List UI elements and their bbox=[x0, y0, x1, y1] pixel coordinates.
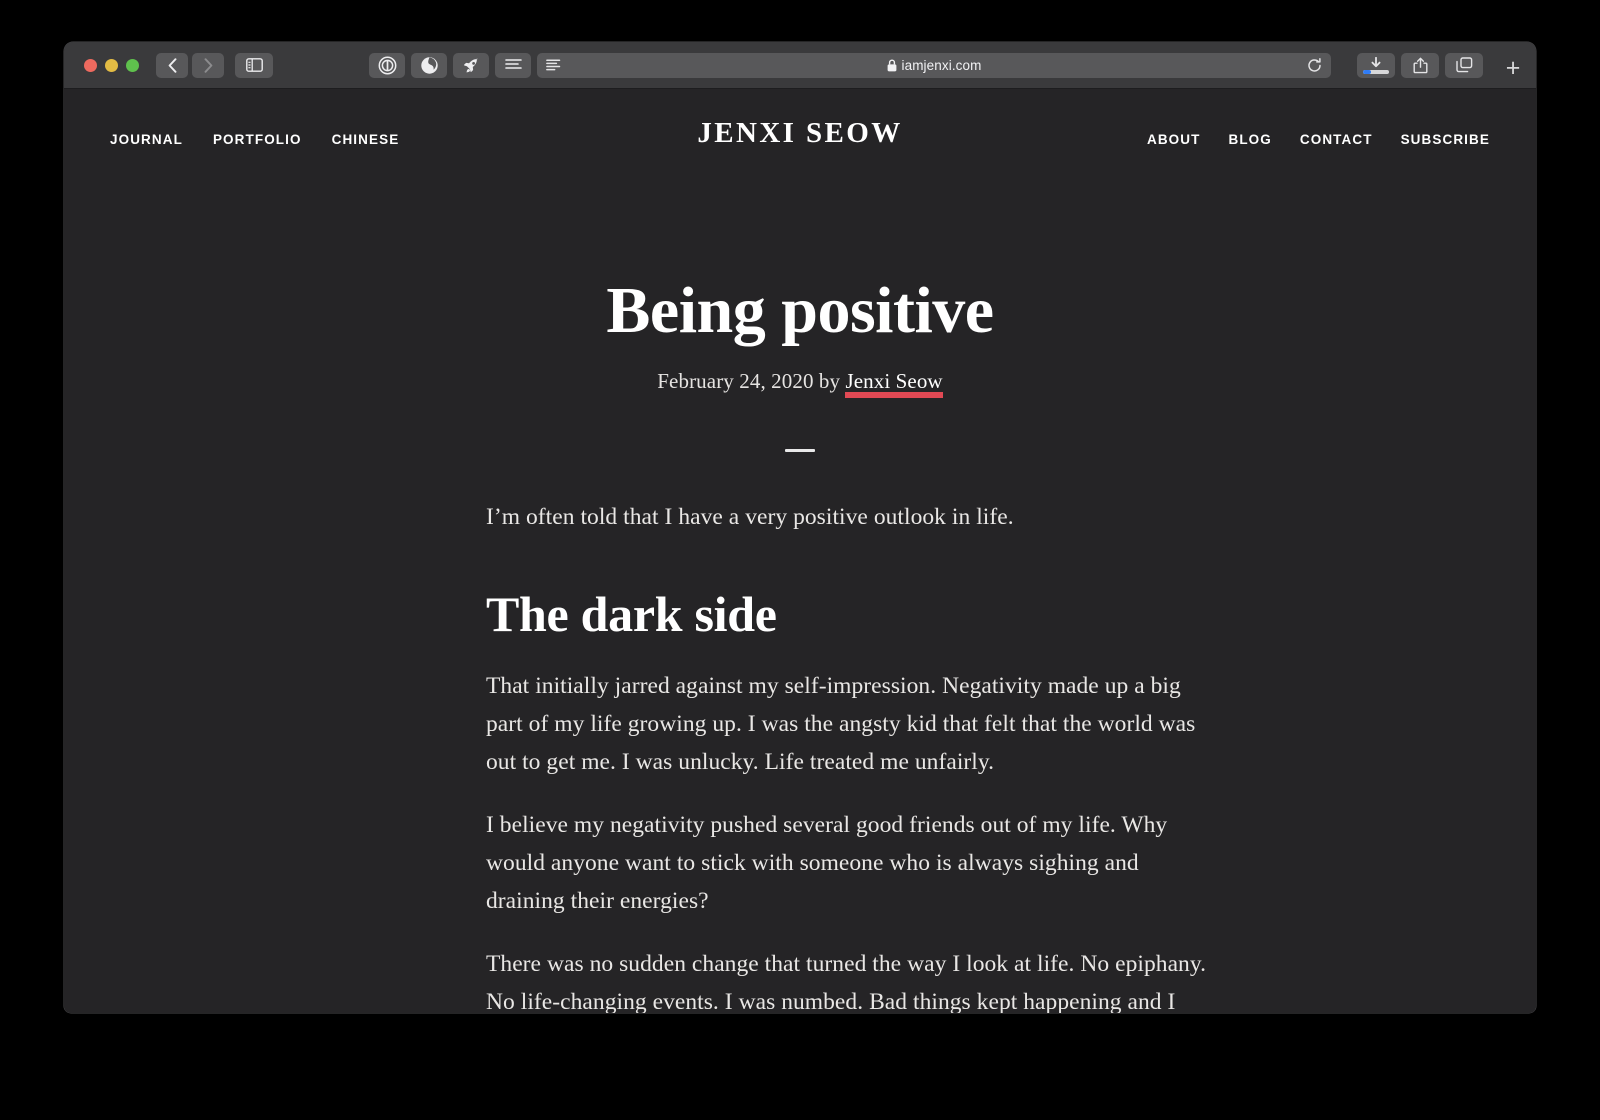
minimize-window-button[interactable] bbox=[105, 58, 118, 72]
article-paragraph-1: That initially jarred against my self-im… bbox=[486, 672, 1196, 775]
article-body: I’m often told that I have a very positi… bbox=[110, 498, 1206, 1013]
reader-view-icon[interactable] bbox=[546, 59, 561, 71]
url-text: iamjenxi.com bbox=[901, 57, 982, 73]
toolbar-right-buttons: + bbox=[1357, 52, 1524, 81]
byline-date-prefix: February 24, 2020 by bbox=[657, 368, 846, 393]
close-window-button[interactable] bbox=[84, 58, 97, 72]
nav-item-about[interactable]: ABOUT bbox=[1147, 132, 1201, 147]
browser-toolbar: iamjenxi.com + bbox=[64, 42, 1536, 89]
byline-author-link[interactable]: Jenxi Seow bbox=[845, 369, 943, 398]
address-bar-content: iamjenxi.com bbox=[537, 58, 1331, 73]
address-bar[interactable]: iamjenxi.com bbox=[537, 52, 1331, 78]
maximize-window-button[interactable] bbox=[126, 58, 139, 72]
browser-window: iamjenxi.com + JOURNAL PORTFOLIO CHINESE… bbox=[64, 42, 1536, 1013]
forward-button[interactable] bbox=[192, 52, 224, 78]
nav-item-chinese[interactable]: CHINESE bbox=[332, 132, 400, 147]
article-byline: February 24, 2020 by Jenxi Seow bbox=[110, 368, 1490, 398]
share-icon[interactable] bbox=[1401, 52, 1439, 78]
reader-extension-icon[interactable] bbox=[495, 52, 531, 78]
back-button[interactable] bbox=[156, 52, 188, 78]
web-page-content: JOURNAL PORTFOLIO CHINESE JENXI SEOW ABO… bbox=[64, 89, 1536, 1013]
article-lede: I’m often told that I have a very positi… bbox=[486, 503, 1014, 530]
reload-icon[interactable] bbox=[1307, 57, 1322, 73]
article-paragraph-3: There was no sudden change that turned t… bbox=[486, 951, 1207, 1013]
page-title: Being positive bbox=[606, 274, 994, 347]
section-heading-dark-side: The dark side bbox=[486, 585, 777, 642]
site-header: JOURNAL PORTFOLIO CHINESE JENXI SEOW ABO… bbox=[64, 89, 1536, 189]
tab-overview-icon[interactable] bbox=[1445, 52, 1483, 78]
nav-item-portfolio[interactable]: PORTFOLIO bbox=[213, 132, 302, 147]
ghostery-extension-icon[interactable] bbox=[411, 52, 447, 78]
downloads-icon[interactable] bbox=[1357, 52, 1395, 78]
article-paragraph-2: I believe my negativity pushed several g… bbox=[486, 811, 1168, 914]
lock-icon bbox=[887, 59, 897, 72]
nav-item-subscribe[interactable]: SUBSCRIBE bbox=[1401, 132, 1490, 147]
extension-buttons bbox=[369, 52, 531, 78]
onepassword-extension-icon[interactable] bbox=[369, 52, 405, 78]
primary-nav-left: JOURNAL PORTFOLIO CHINESE bbox=[110, 132, 399, 147]
navigation-buttons bbox=[156, 52, 224, 78]
section-divider bbox=[785, 448, 815, 452]
window-traffic-lights bbox=[84, 58, 139, 72]
download-progress-fill bbox=[1363, 70, 1371, 74]
nav-item-contact[interactable]: CONTACT bbox=[1300, 132, 1373, 147]
nav-item-journal[interactable]: JOURNAL bbox=[110, 132, 183, 147]
sidebar-toggle-button[interactable] bbox=[235, 52, 273, 78]
primary-nav-right: ABOUT BLOG CONTACT SUBSCRIBE bbox=[1147, 132, 1490, 147]
rocket-extension-icon[interactable] bbox=[453, 52, 489, 78]
new-tab-button[interactable]: + bbox=[1502, 55, 1524, 81]
nav-item-blog[interactable]: BLOG bbox=[1228, 132, 1271, 147]
download-progress-bar bbox=[1363, 70, 1389, 74]
article: Being positive February 24, 2020 by Jenx… bbox=[64, 274, 1536, 1013]
